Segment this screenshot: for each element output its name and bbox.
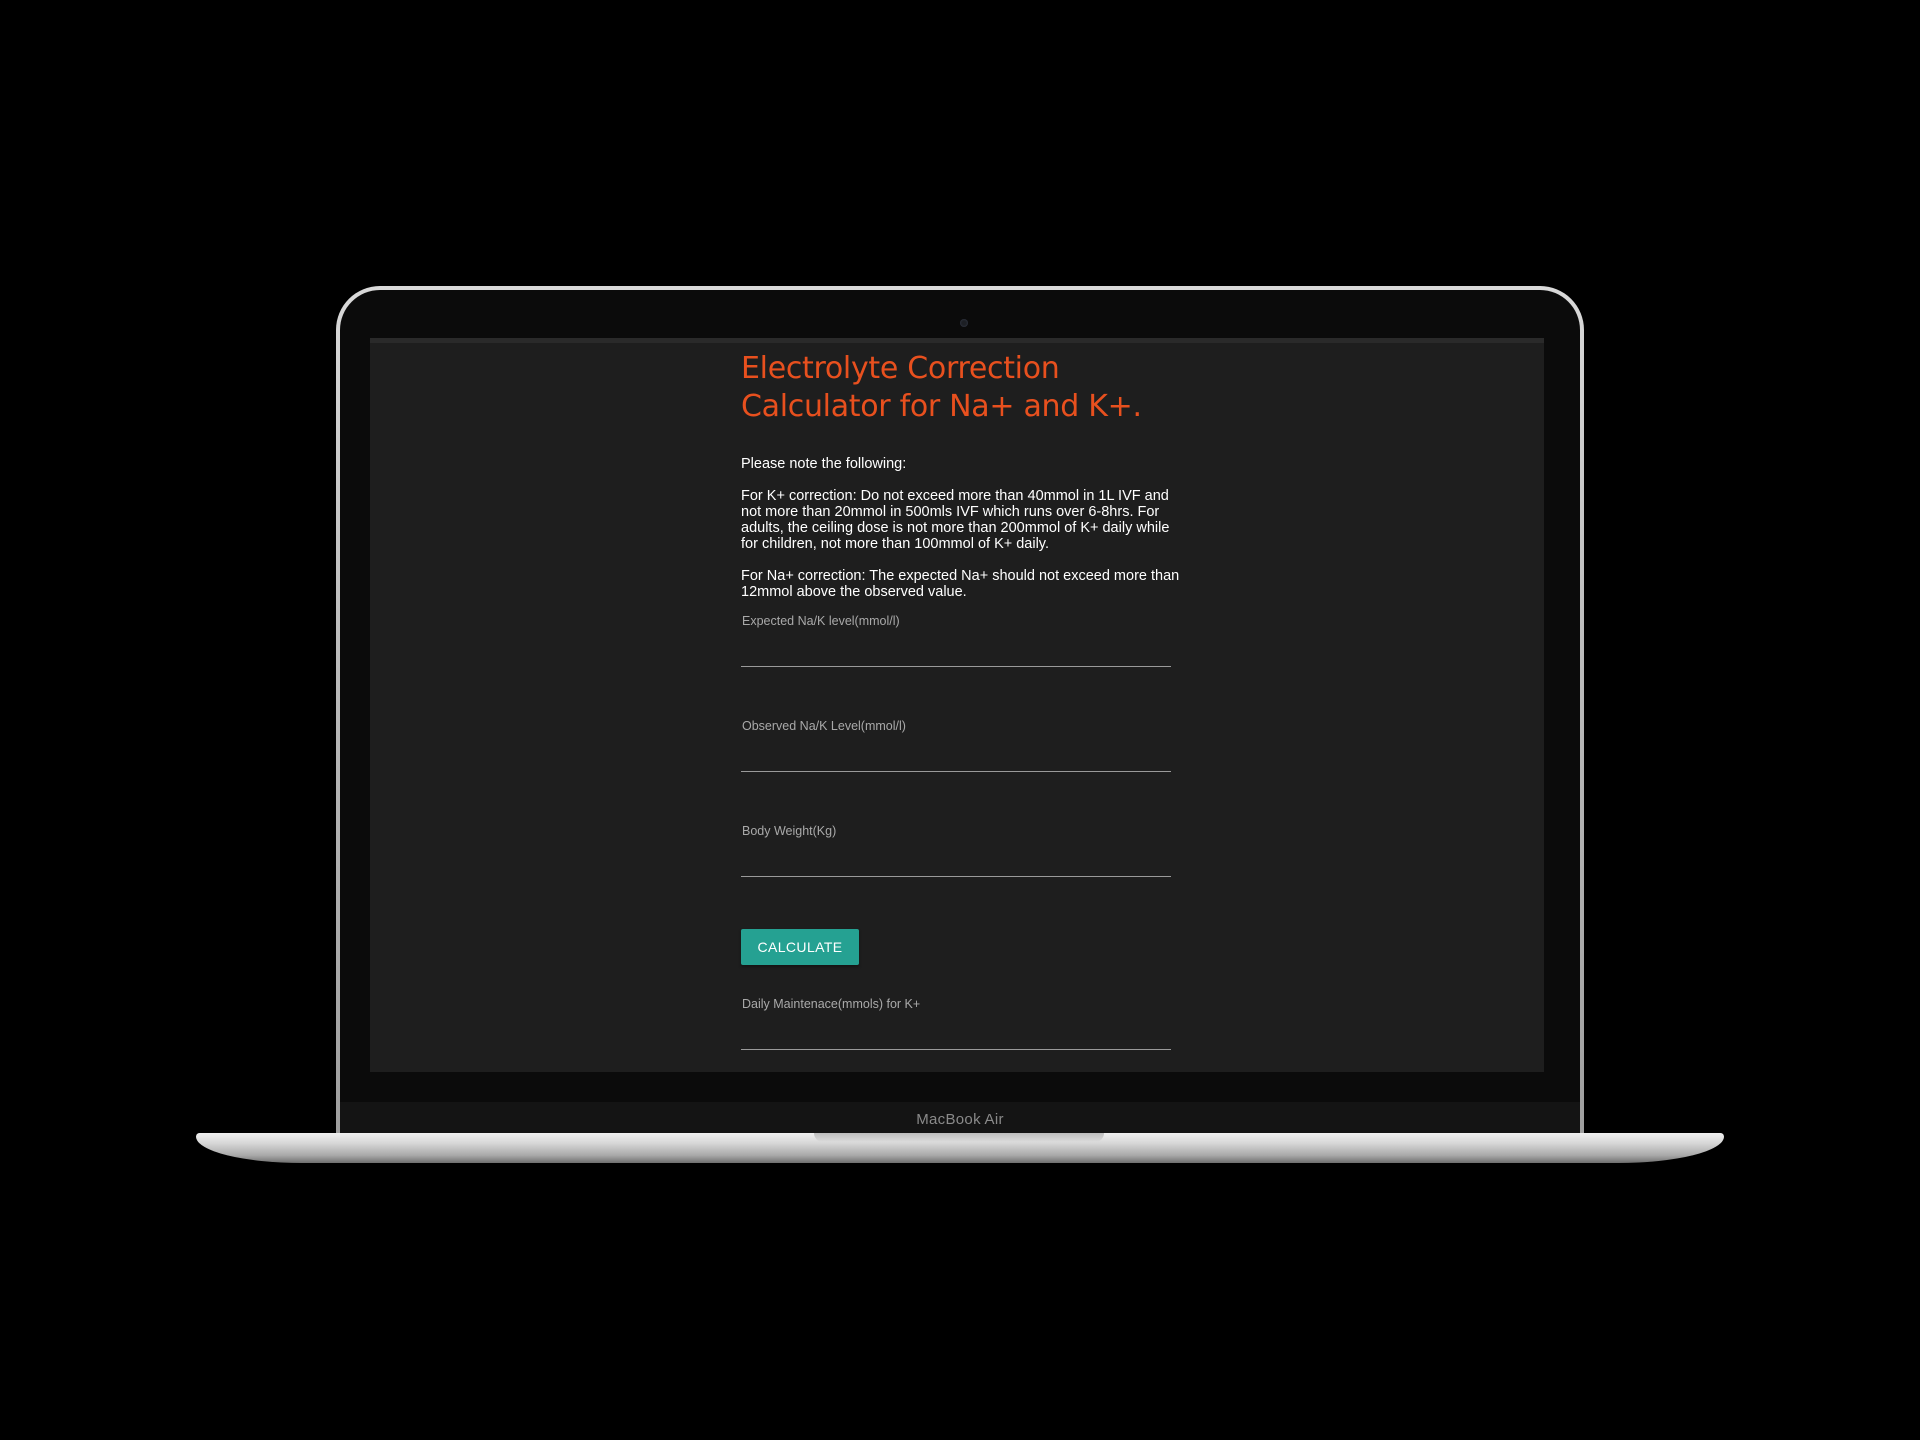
daily-maintenance-field: Daily Maintenace(mmols) for K+ [741,997,1171,1072]
expected-level-input[interactable] [741,644,1171,667]
screen-top-bar [370,338,1544,343]
laptop-screen: Electrolyte Correction Calculator for Na… [370,338,1544,1072]
page-title: Electrolyte Correction Calculator for Na… [741,351,1142,424]
observed-level-input[interactable] [741,749,1171,772]
expected-level-field: Expected Na/K level(mmol/l) [741,614,1171,719]
expected-level-label: Expected Na/K level(mmol/l) [742,614,900,628]
na-correction-note: For Na+ correction: The expected Na+ sho… [741,568,1180,600]
laptop-lid: Electrolyte Correction Calculator for Na… [336,286,1584,1142]
calculator-content: Electrolyte Correction Calculator for Na… [741,350,1181,1072]
laptop-bezel: Electrolyte Correction Calculator for Na… [340,290,1580,1138]
body-weight-input[interactable] [741,854,1171,877]
mockup-stage: Electrolyte Correction Calculator for Na… [0,0,1920,1440]
body-weight-label: Body Weight(Kg) [742,824,837,838]
observed-level-field: Observed Na/K Level(mmol/l) [741,719,1171,824]
observed-level-label: Observed Na/K Level(mmol/l) [742,719,906,733]
daily-maintenance-input[interactable] [741,1027,1171,1050]
calculate-button[interactable]: CALCULATE [741,929,859,965]
laptop-opening-notch [814,1133,1104,1142]
body-weight-field: Body Weight(Kg) [741,824,1171,929]
device-brand-label: MacBook Air [916,1111,1004,1128]
daily-maintenance-label: Daily Maintenace(mmols) for K+ [742,997,921,1011]
camera-icon [960,319,968,327]
k-correction-note: For K+ correction: Do not exceed more th… [741,488,1170,552]
intro-text: Please note the following: [741,456,907,472]
laptop-base [196,1133,1724,1163]
